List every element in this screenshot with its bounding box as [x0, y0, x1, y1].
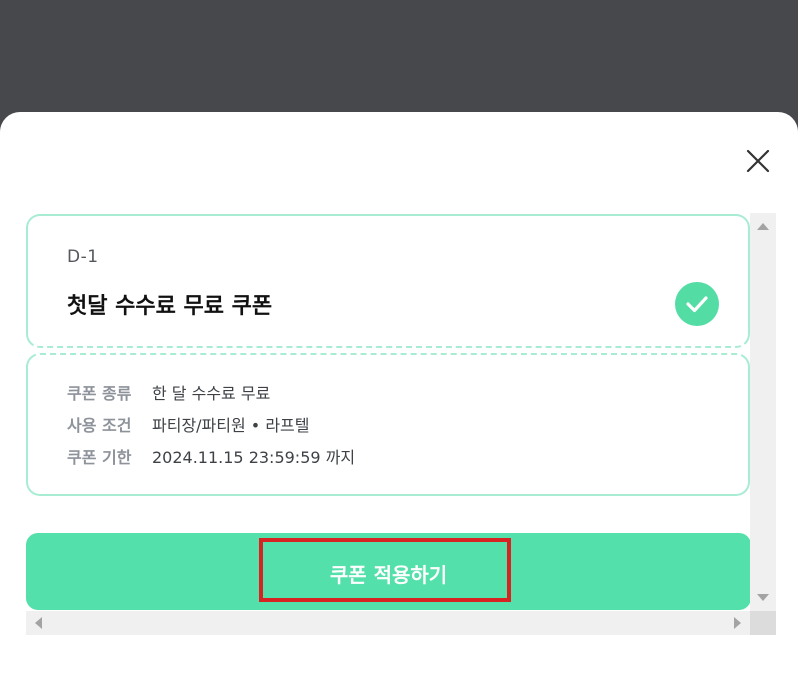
horizontal-scrollbar[interactable] — [26, 611, 750, 635]
coupon-expiry-row: 쿠폰 기한 2024.11.15 23:59:59 까지 — [67, 444, 355, 468]
close-icon — [746, 149, 770, 173]
coupon-condition-row: 사용 조건 파티장/파티원 • 라프텔 — [67, 412, 309, 436]
coupon-title: 첫달 수수료 무료 쿠폰 — [67, 294, 273, 319]
coupon-card-details: 쿠폰 종류 한 달 수수료 무료 사용 조건 파티장/파티원 • 라프텔 쿠폰 기한… — [26, 353, 750, 496]
close-button[interactable] — [744, 147, 772, 175]
coupon-expiry-label: 쿠폰 기한 — [67, 448, 132, 467]
coupon-type-value: 한 달 수수료 무료 — [152, 384, 271, 403]
scroll-right-icon[interactable] — [734, 617, 741, 629]
check-circle-icon[interactable] — [675, 282, 719, 326]
coupon-dday: D-1 — [67, 247, 99, 267]
coupon-expiry-value: 2024.11.15 23:59:59 까지 — [152, 448, 356, 467]
scroll-up-icon[interactable] — [757, 223, 769, 230]
scrollbar-corner — [750, 611, 776, 635]
coupon-card-header[interactable]: D-1 첫달 수수료 무료 쿠폰 — [26, 214, 750, 348]
apply-coupon-button[interactable]: 쿠폰 적용하기 — [26, 533, 751, 610]
vertical-scrollbar[interactable] — [750, 213, 776, 611]
highlight-box — [259, 538, 511, 602]
scroll-left-icon[interactable] — [35, 617, 42, 629]
coupon-type-row: 쿠폰 종류 한 달 수수료 무료 — [67, 380, 270, 404]
scroll-down-icon[interactable] — [757, 594, 769, 601]
coupon-type-label: 쿠폰 종류 — [67, 384, 132, 403]
coupon-condition-value: 파티장/파티원 • 라프텔 — [152, 416, 310, 435]
coupon-condition-label: 사용 조건 — [67, 416, 132, 435]
coupon-scroll-area[interactable]: D-1 첫달 수수료 무료 쿠폰 쿠폰 종류 한 달 수수료 무료 사용 조건 파티… — [26, 213, 776, 635]
